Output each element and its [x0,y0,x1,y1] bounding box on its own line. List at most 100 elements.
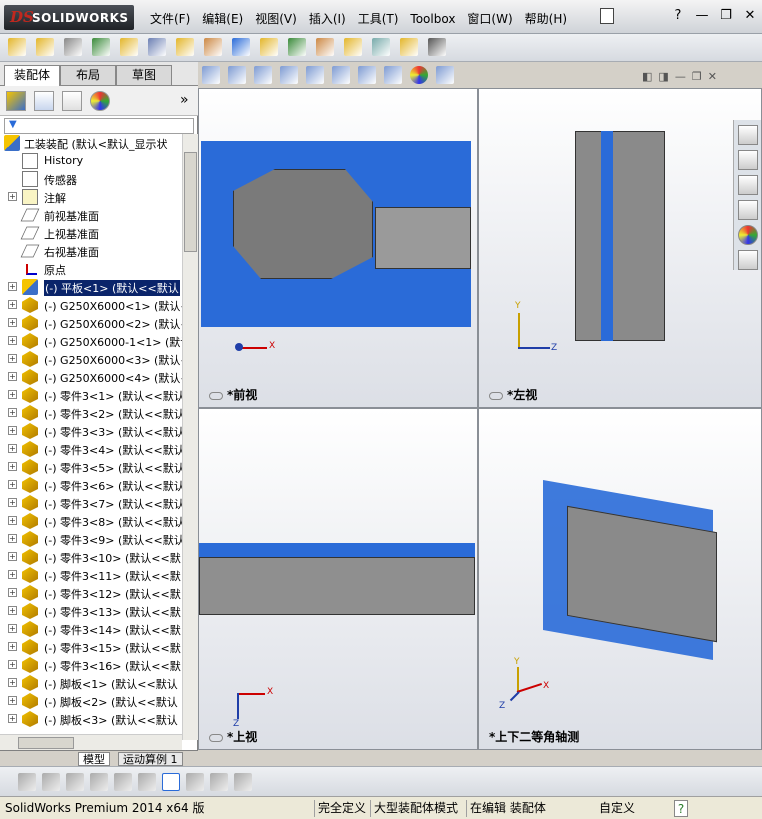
view-tool-icon[interactable] [410,66,428,84]
toolbar-tool-icon[interactable] [288,38,306,56]
menu-item-7[interactable]: 帮助(H) [519,10,573,28]
bottom-tool-icon[interactable] [186,773,204,791]
expand-icon[interactable]: + [8,192,17,201]
tree-horizontal-scrollbar[interactable] [0,734,182,750]
tree-item[interactable]: + 注解 [0,188,182,206]
menu-item-6[interactable]: 窗口(W) [461,10,518,28]
toolbar-tool-icon[interactable] [176,38,194,56]
solidworks-logo[interactable]: DS SOLIDWORKS [4,5,134,30]
expand-icon[interactable]: + [8,570,17,579]
expand-icon[interactable]: + [8,426,17,435]
tree-item[interactable]: + (-) 零件3<9> (默认<<默认 [0,530,182,548]
bottom-tool-icon[interactable] [42,773,60,791]
toolbar-tool-icon[interactable] [120,38,138,56]
view-tool-icon[interactable] [332,66,350,84]
tab-sketch[interactable]: 草图 [116,65,172,85]
toolbar-tool-icon[interactable] [372,38,390,56]
tree-item[interactable]: + (-) G250X6000<3> (默认< [0,350,182,368]
menu-item-3[interactable]: 插入(I) [303,10,352,28]
display-manager-icon[interactable] [90,91,110,111]
toolbar-tool-icon[interactable] [232,38,250,56]
tree-item[interactable]: 上视基准面 [0,224,182,242]
units-selector[interactable]: 自定义 [596,800,635,817]
tab-model[interactable]: 模型 [78,752,110,766]
tree-item[interactable]: + (-) 零件3<16> (默认<<默 [0,656,182,674]
tree-item[interactable]: + (-) 零件3<5> (默认<<默认 [0,458,182,476]
bottom-tool-icon[interactable] [138,773,156,791]
bottom-tool-icon[interactable] [66,773,84,791]
help-status-icon[interactable]: ? [674,800,688,817]
viewport-min-icon[interactable]: — [675,70,686,83]
tree-item[interactable]: + (-) 零件3<7> (默认<<默认 [0,494,182,512]
bottom-tool-icon[interactable] [162,773,180,791]
expand-icon[interactable]: + [8,606,17,615]
tree-item[interactable]: 右视基准面 [0,242,182,260]
menu-item-4[interactable]: 工具(T) [352,10,405,28]
scrollbar-thumb[interactable] [18,737,74,749]
toolbar-tool-icon[interactable] [36,38,54,56]
toolbar-tool-icon[interactable] [204,38,222,56]
tree-item[interactable]: + (-) 零件3<6> (默认<<默认 [0,476,182,494]
expand-icon[interactable]: + [8,534,17,543]
expand-icon[interactable]: + [8,300,17,309]
tree-item[interactable]: + (-) 脚板<3> (默认<<默认 [0,710,182,728]
home-icon[interactable] [738,125,758,145]
view-eye-icon[interactable] [489,391,503,400]
new-document-icon[interactable] [600,8,614,24]
expand-icon[interactable]: + [8,642,17,651]
expand-icon[interactable]: + [8,390,17,399]
viewport-left[interactable]: Y Z *左视 [478,88,762,408]
expand-icon[interactable]: + [8,588,17,597]
expand-icon[interactable]: + [8,408,17,417]
tree-item[interactable]: + (-) 零件3<1> (默认<<默认 [0,386,182,404]
expand-icon[interactable]: + [8,372,17,381]
expand-icon[interactable]: + [8,444,17,453]
tree-item[interactable]: 工装装配 (默认<默认_显示状 [0,134,182,152]
tree-item[interactable]: + (-) 零件3<2> (默认<<默认 [0,404,182,422]
tree-item[interactable]: + (-) G250X6000<2> (默认< [0,314,182,332]
tree-item[interactable]: + (-) 零件3<15> (默认<<默 [0,638,182,656]
tree-item[interactable]: 前视基准面 [0,206,182,224]
toolbar-tool-icon[interactable] [64,38,82,56]
design-library-icon[interactable] [738,150,758,170]
view-tool-icon[interactable] [280,66,298,84]
tree-item[interactable]: + (-) G250X6000<1> (默认< [0,296,182,314]
tree-item[interactable]: + (-) G250X6000-1<1> (默认 [0,332,182,350]
configuration-manager-icon[interactable] [62,91,82,111]
expand-icon[interactable]: + [8,552,17,561]
expand-icon[interactable]: + [8,624,17,633]
view-tool-icon[interactable] [254,66,272,84]
toolbar-tool-icon[interactable] [92,38,110,56]
expand-icon[interactable]: + [8,354,17,363]
scrollbar-thumb[interactable] [184,152,197,252]
expand-icon[interactable]: + [8,498,17,507]
expand-icon[interactable]: + [8,282,17,291]
expand-icon[interactable]: + [8,660,17,669]
toolbar-tool-icon[interactable] [260,38,278,56]
viewport-front[interactable]: X *前视 [198,88,478,408]
appearances-icon[interactable] [738,225,758,245]
bottom-tool-icon[interactable] [210,773,228,791]
view-tool-icon[interactable] [358,66,376,84]
file-explorer-icon[interactable] [738,175,758,195]
tree-item[interactable]: + (-) 零件3<14> (默认<<默 [0,620,182,638]
tree-item[interactable]: + (-) 零件3<8> (默认<<默认 [0,512,182,530]
toolbar-tool-icon[interactable] [344,38,362,56]
toolbar-tool-icon[interactable] [8,38,26,56]
expand-icon[interactable]: + [8,714,17,723]
expand-icon[interactable]: + [8,462,17,471]
tree-item[interactable]: + (-) 零件3<11> (默认<<默 [0,566,182,584]
view-tool-icon[interactable] [306,66,324,84]
tree-item[interactable]: + (-) 脚板<2> (默认<<默认 [0,692,182,710]
expand-icon[interactable]: + [8,318,17,327]
toolbar-tool-icon[interactable] [316,38,334,56]
bottom-tool-icon[interactable] [114,773,132,791]
menu-item-5[interactable]: Toolbox [404,10,461,28]
tree-item[interactable]: History [0,152,182,170]
tree-item[interactable]: + (-) G250X6000<4> (默认< [0,368,182,386]
tree-item[interactable]: 原点 [0,260,182,278]
tree-filter-field[interactable]: ▼ [4,118,194,134]
tree-item[interactable]: + (-) 零件3<4> (默认<<默认 [0,440,182,458]
expand-panel-icon[interactable]: » [180,92,189,108]
menu-item-2[interactable]: 视图(V) [249,10,303,28]
